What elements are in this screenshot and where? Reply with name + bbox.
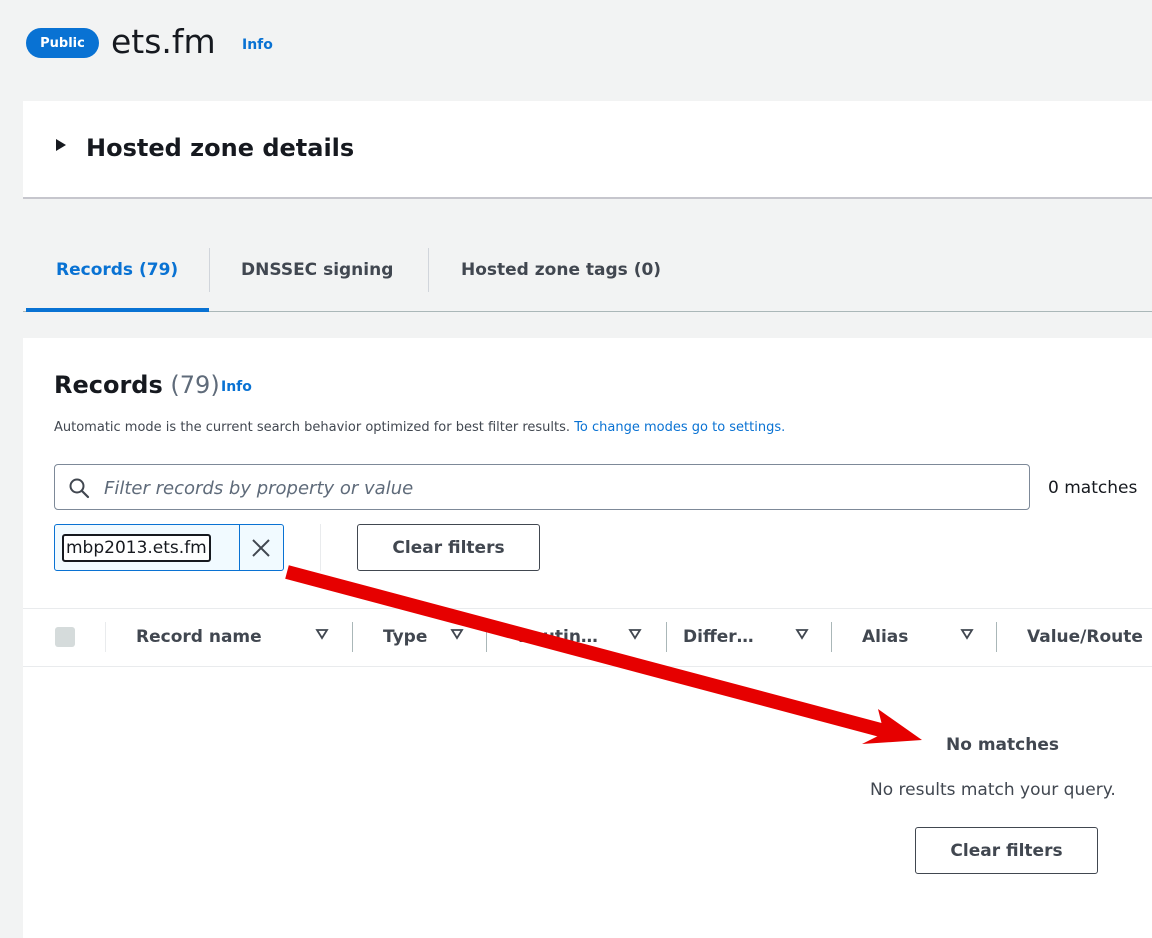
settings-link[interactable]: To change modes go to settings. xyxy=(574,420,785,435)
tab-divider xyxy=(209,248,210,292)
page-title: ets.fm xyxy=(111,22,216,61)
column-separator[interactable] xyxy=(996,622,997,652)
sort-triangle-icon[interactable] xyxy=(450,627,464,641)
column-header-type[interactable]: Type xyxy=(383,625,427,649)
records-count: (79) xyxy=(170,371,220,399)
sort-triangle-icon[interactable] xyxy=(628,627,642,641)
empty-state-title: No matches xyxy=(946,735,1059,755)
caret-right-icon[interactable] xyxy=(56,139,66,151)
empty-state-clear-filters-button[interactable]: Clear filters xyxy=(915,827,1098,874)
close-icon[interactable] xyxy=(250,537,272,559)
records-info-link[interactable]: Info xyxy=(221,379,252,395)
select-all-checkbox[interactable] xyxy=(55,627,75,647)
records-heading-label: Records xyxy=(54,371,163,399)
search-mode-description: Automatic mode is the current search beh… xyxy=(54,418,785,438)
hosted-zone-details-title[interactable]: Hosted zone details xyxy=(86,132,354,164)
column-header-routing[interactable]: Routin… xyxy=(518,625,598,649)
column-separator[interactable] xyxy=(666,622,667,652)
tab-hosted-zone-tags[interactable]: Hosted zone tags (0) xyxy=(461,258,661,282)
table-header-bottom-border xyxy=(23,666,1152,667)
filter-token-label[interactable]: mbp2013.ets.fm xyxy=(62,534,211,562)
column-separator xyxy=(105,622,106,652)
sort-triangle-icon[interactable] xyxy=(315,627,329,641)
records-heading: Records (79) xyxy=(54,369,220,401)
filter-separator xyxy=(320,524,321,571)
title-info-link[interactable]: Info xyxy=(242,37,273,53)
matches-count: 0 matches xyxy=(1048,478,1138,498)
search-icon xyxy=(69,478,90,499)
tab-dnssec-signing[interactable]: DNSSEC signing xyxy=(241,258,393,282)
public-badge: Public xyxy=(26,28,99,58)
sort-triangle-icon[interactable] xyxy=(795,627,809,641)
sort-triangle-icon[interactable] xyxy=(960,627,974,641)
tab-records[interactable]: Records (79) xyxy=(56,258,178,282)
column-header-differentiator[interactable]: Differ… xyxy=(683,625,754,649)
search-input[interactable] xyxy=(102,469,1006,507)
column-separator[interactable] xyxy=(831,622,832,652)
column-separator[interactable] xyxy=(486,622,487,652)
column-header-record-name[interactable]: Record name xyxy=(136,625,262,649)
column-header-value-route[interactable]: Value/Route xyxy=(1027,625,1143,649)
active-tab-indicator xyxy=(26,308,209,312)
search-mode-text: Automatic mode is the current search beh… xyxy=(54,420,571,435)
tab-divider xyxy=(428,248,429,292)
empty-state-text: No results match your query. xyxy=(870,780,1116,800)
column-separator[interactable] xyxy=(352,622,353,652)
token-separator xyxy=(239,525,240,570)
clear-filters-button[interactable]: Clear filters xyxy=(357,524,540,571)
column-header-alias[interactable]: Alias xyxy=(862,625,908,649)
table-header-top-border xyxy=(23,608,1152,609)
